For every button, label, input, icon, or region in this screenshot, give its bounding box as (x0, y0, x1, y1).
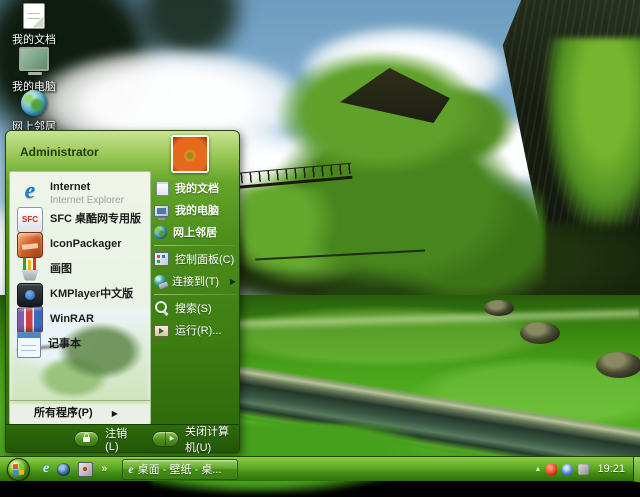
startmenu-item-kmplayer[interactable]: KMPlayer中文版 (10, 282, 150, 307)
my-computer-icon (19, 47, 49, 75)
winrar-icon (17, 305, 43, 334)
sfc-zhuoku-icon: SFC (17, 206, 43, 233)
wallpaper-cliff-moss (545, 38, 640, 233)
shutdown-arrow-icon: ▶ (169, 436, 175, 442)
desktop-icon-network-places[interactable]: 网上邻居 (6, 90, 62, 134)
item-label: Internet (50, 180, 91, 193)
quicklaunch-internet-explorer-icon[interactable]: e (43, 461, 49, 477)
wallpaper-rock (596, 352, 640, 378)
start-button[interactable] (7, 457, 30, 481)
connect-to-icon (154, 275, 166, 287)
tray-volume-icon[interactable] (578, 463, 590, 475)
item-label: 控制面板(C) (175, 254, 235, 266)
item-label: 搜索(S) (175, 303, 212, 315)
taskbar-task-button[interactable]: e 桌面 - 壁纸 - 桌... (122, 458, 239, 480)
flower-photo-icon (173, 137, 207, 171)
startmenu-item-internet[interactable]: e Internet Internet Explorer (10, 175, 150, 207)
hidden-icons-arrow[interactable]: ▲ (535, 466, 542, 473)
desktop-icon-my-documents[interactable]: 我的文档 (6, 3, 62, 47)
startmenu-item-my-documents[interactable]: 我的文档 (154, 178, 236, 198)
pinned-programs-panel: e Internet Internet Explorer SFC SFC 桌酷网… (9, 171, 151, 425)
startmenu-item-notepad[interactable]: 记事本 (10, 331, 150, 358)
task-label: 桌面 - 壁纸 - 桌... (137, 464, 222, 476)
clock[interactable]: 19:21 (597, 463, 625, 475)
all-programs-label: 所有程序(P) (34, 407, 93, 419)
user-name: Administrator (20, 145, 99, 159)
startmenu-footer: 注销(L) ▶ 关闭计算机(U) (6, 424, 239, 454)
item-label: 画图 (50, 263, 72, 275)
item-label: 网上邻居 (173, 227, 217, 239)
tray-app-icon-red[interactable] (546, 463, 558, 475)
startmenu-item-run[interactable]: 运行(R)... (154, 320, 236, 340)
user-picture[interactable] (171, 135, 209, 173)
startmenu-item-my-computer[interactable]: 我的电脑 (154, 200, 236, 220)
start-menu: Administrator e Internet Internet Explor… (5, 130, 240, 454)
startmenu-item-winrar[interactable]: WinRAR (10, 305, 150, 334)
all-programs-button[interactable]: 所有程序(P) ▶ (10, 400, 150, 422)
startmenu-item-paint[interactable]: 画图 (10, 256, 150, 283)
system-tray: ▲ 19:21 (535, 463, 629, 475)
startmenu-item-search[interactable]: 搜索(S) (154, 298, 236, 318)
startmenu-item-connect-to[interactable]: 连接到(T) ▶ (154, 271, 236, 291)
quicklaunch-globe-icon[interactable] (57, 462, 71, 476)
lock-icon (83, 433, 91, 442)
tray-app-icon-blue[interactable] (562, 463, 574, 475)
network-places-icon (154, 225, 167, 239)
item-label: 连接到(T) (172, 276, 220, 288)
startmenu-item-control-panel[interactable]: 控制面板(C) (154, 249, 236, 269)
item-label: SFC 桌酷网专用版 (50, 213, 142, 225)
quick-launch-bar: e » (43, 461, 107, 477)
my-documents-icon (23, 3, 45, 29)
shutdown-button[interactable]: ▶ (152, 430, 179, 447)
startmenu-item-sfc[interactable]: SFC SFC 桌酷网专用版 (10, 206, 150, 233)
logoff-button[interactable] (74, 430, 100, 447)
menu-separator (154, 245, 236, 246)
shutdown-button-left (153, 431, 166, 446)
item-sublabel: Internet Explorer (50, 194, 124, 206)
search-icon (154, 300, 169, 316)
show-desktop-strip[interactable] (633, 457, 640, 481)
paint-icon (17, 256, 43, 283)
submenu-arrow-icon: ▶ (229, 276, 236, 286)
shutdown-label: 关闭计算机(U) (184, 425, 229, 454)
internet-explorer-icon: e (17, 178, 43, 204)
windows-flag-icon (12, 463, 25, 475)
my-computer-icon (154, 204, 169, 220)
item-label: 我的文档 (175, 183, 219, 195)
taskbar: e » e 桌面 - 壁纸 - 桌... ▲ 19:21 (0, 456, 640, 481)
quicklaunch-package-icon[interactable] (78, 461, 94, 477)
notepad-icon (17, 331, 41, 358)
startmenu-item-iconpackager[interactable]: IconPackager (10, 231, 150, 258)
ie-letter: e (24, 177, 36, 204)
network-places-icon (21, 90, 47, 116)
iconpackager-icon (17, 231, 43, 258)
sfc-letters: SFC (22, 215, 38, 224)
desktop-icon-label: 我的文档 (12, 34, 56, 46)
control-panel-icon (154, 252, 169, 266)
internet-explorer-icon: e (128, 461, 134, 476)
my-documents-icon (156, 180, 169, 196)
wallpaper-rock (484, 300, 514, 316)
kmplayer-icon (17, 282, 43, 307)
menu-separator (154, 294, 236, 295)
run-icon (154, 325, 169, 337)
item-label: 运行(R)... (175, 325, 222, 337)
system-places-panel: 我的文档 我的电脑 网上邻居 控制面板(C) 连接到(T) ▶ 搜索(S) 运行… (154, 176, 236, 342)
item-label: IconPackager (50, 238, 122, 250)
startmenu-item-network-places[interactable]: 网上邻居 (154, 222, 236, 242)
all-programs-arrow-icon: ▶ (111, 409, 118, 418)
desktop-icon-my-computer[interactable]: 我的电脑 (6, 47, 62, 94)
item-label: WinRAR (50, 313, 94, 325)
quicklaunch-overflow-chevron[interactable]: » (101, 463, 107, 475)
item-label: 记事本 (48, 338, 81, 350)
item-label: KMPlayer中文版 (50, 288, 134, 300)
item-label: 我的电脑 (175, 205, 219, 217)
wallpaper-rock (520, 322, 560, 344)
logoff-label: 注销(L) (105, 427, 128, 453)
